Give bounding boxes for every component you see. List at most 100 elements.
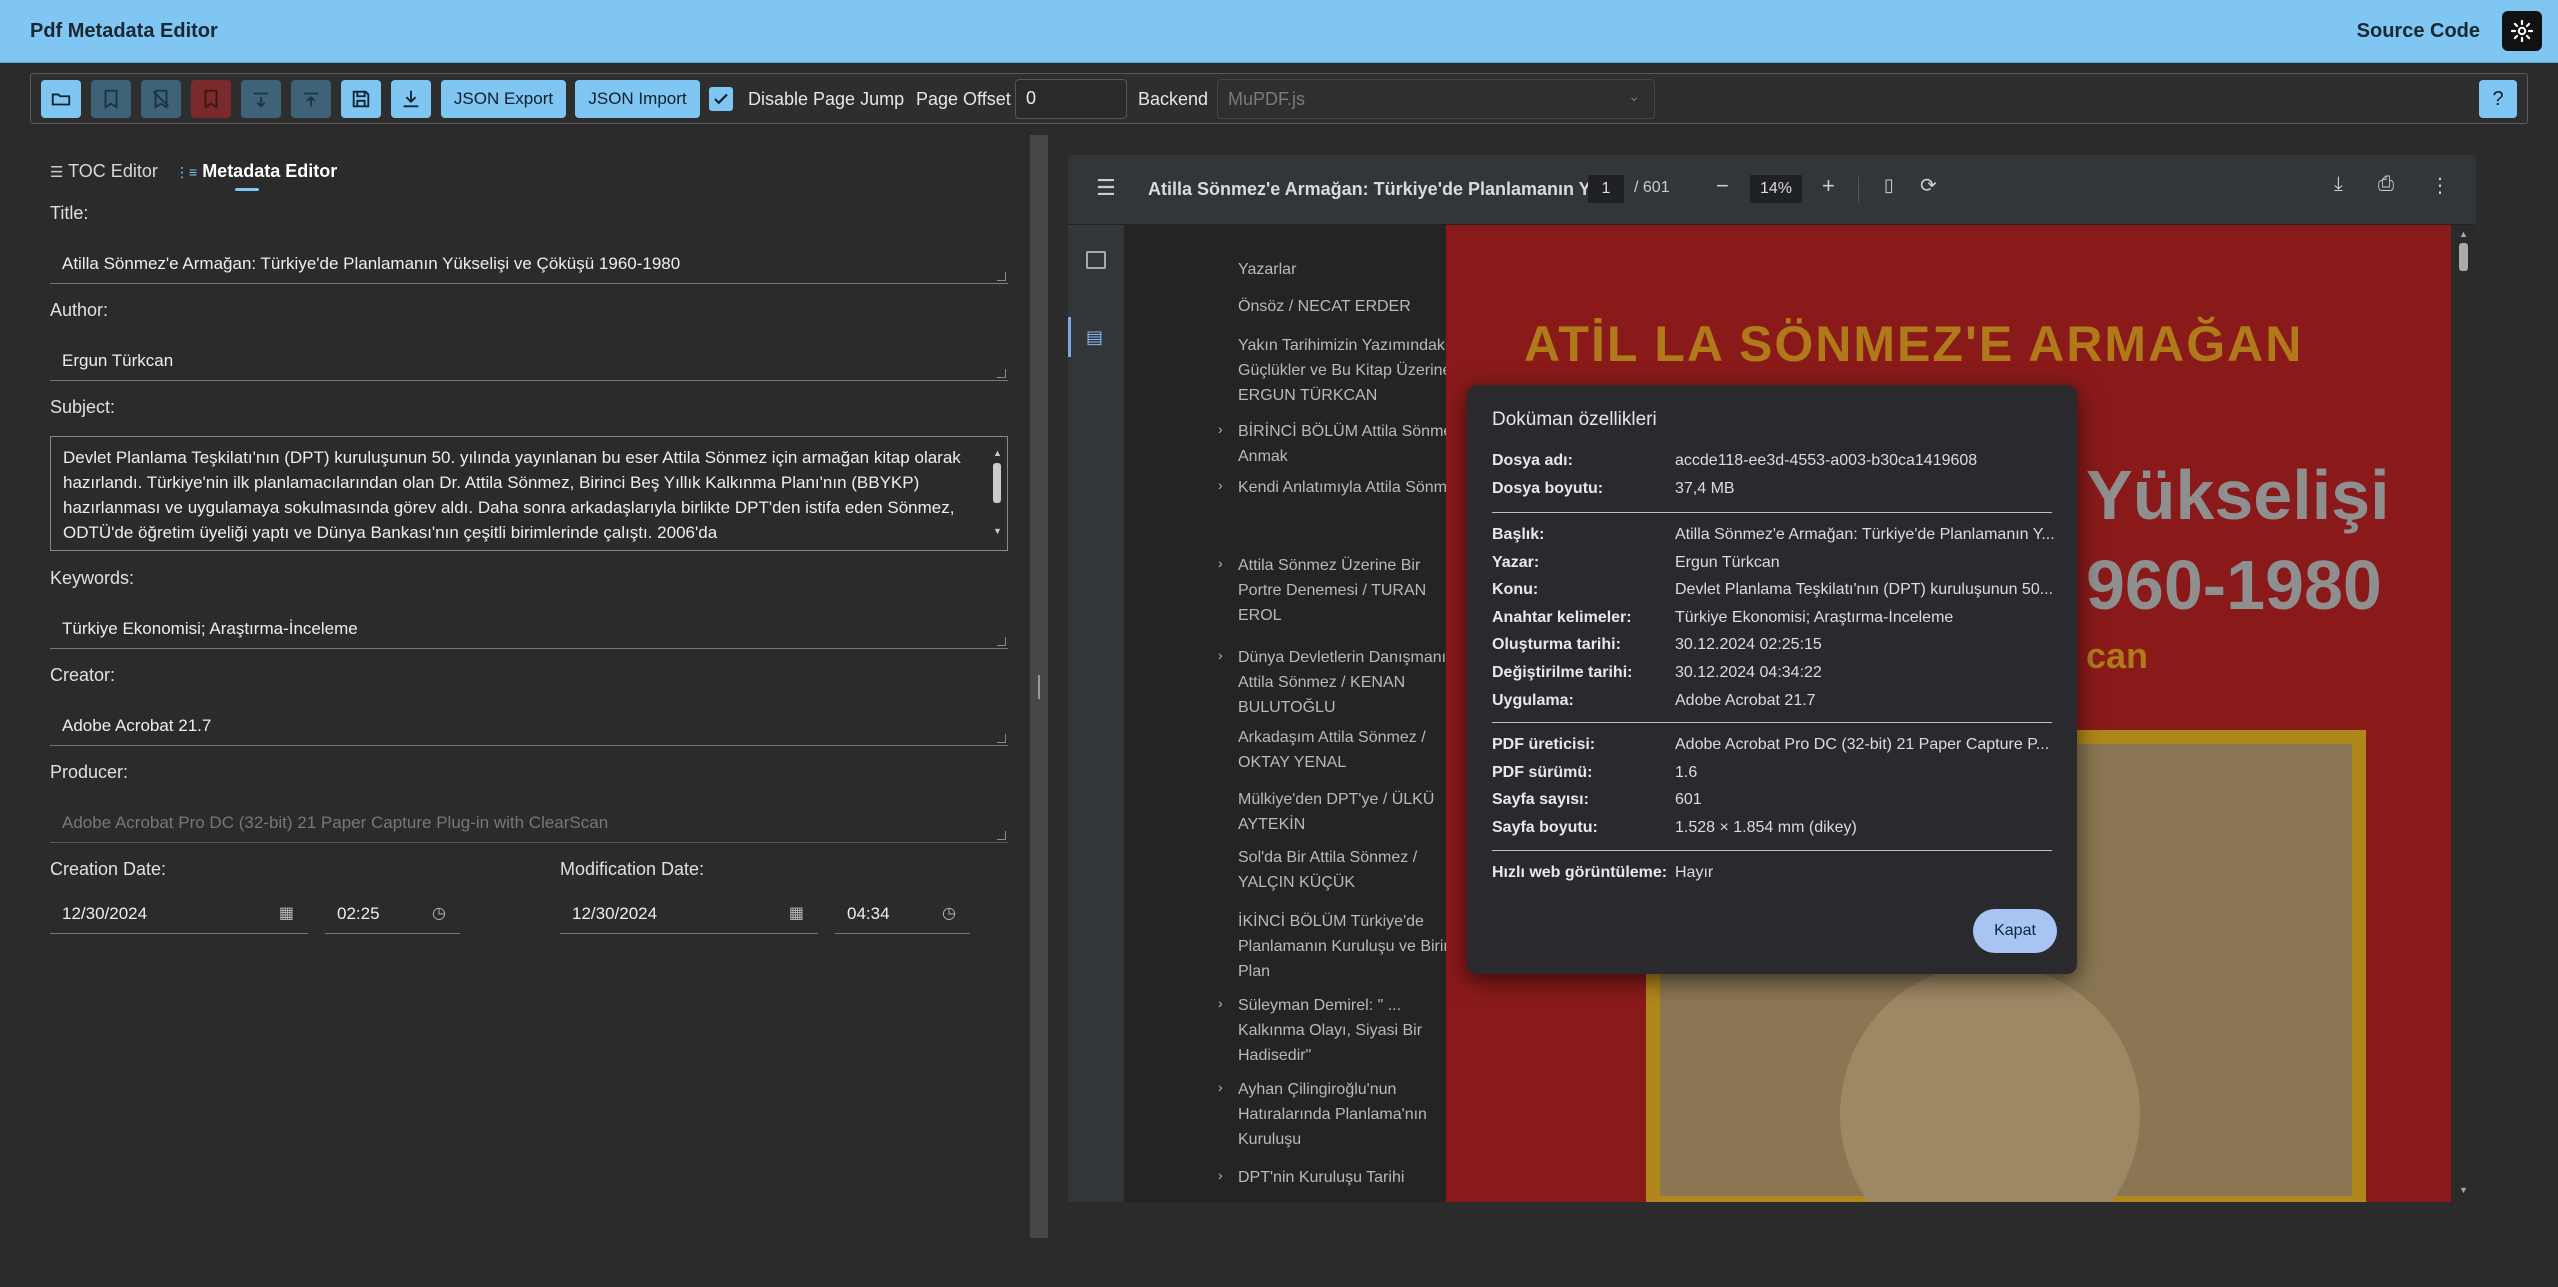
outline-item[interactable]: Dünya Devletlerin Danışmanı: Attila Sönm…	[1238, 645, 1468, 720]
chevron-right-icon[interactable]: ›	[1218, 1079, 1223, 1095]
outline-item[interactable]: Önsöz / NECAT ERDER	[1238, 294, 1468, 319]
json-import-button[interactable]: JSON Import	[575, 80, 700, 118]
outline-item[interactable]: İKİNCİ BÖLÜM Türkiye'de Planlamanın Kuru…	[1238, 909, 1468, 984]
expand-icon	[253, 92, 269, 108]
backend-select[interactable]: MuPDF.js ⌄	[1217, 79, 1655, 119]
property-key: Hızlı web görüntüleme:	[1492, 864, 1668, 881]
chevron-right-icon[interactable]: ›	[1218, 995, 1223, 1011]
author-field[interactable]: Ergun Türkcan	[50, 341, 1008, 381]
creation-date-label: Creation Date:	[50, 859, 167, 879]
bookmark-delete-button[interactable]	[191, 80, 231, 118]
bookmark-icon	[104, 89, 118, 109]
creator-field[interactable]: Adobe Acrobat 21.7	[50, 706, 1008, 746]
outline-icon[interactable]: ▤	[1086, 327, 1103, 348]
open-file-button[interactable]	[41, 80, 81, 118]
modification-time-input[interactable]: 04:34 ◷	[835, 894, 970, 934]
chevron-right-icon[interactable]: ›	[1218, 421, 1223, 437]
outline-item[interactable]: Kendi Anlatımıyla Attila Sönmez	[1238, 475, 1468, 500]
producer-label: Producer:	[50, 762, 129, 782]
app-bar: Pdf Metadata Editor Source Code	[0, 0, 2558, 63]
property-key: Dosya adı:	[1492, 452, 1573, 469]
json-export-button[interactable]: JSON Export	[441, 80, 566, 118]
page-offset-input[interactable]: 0	[1015, 79, 1127, 119]
thumbnails-icon[interactable]	[1086, 251, 1106, 269]
zoom-input[interactable]: 14%	[1750, 175, 1802, 203]
toolbar: JSON Export JSON Import Disable Page Jum…	[30, 73, 2528, 124]
more-vert-icon[interactable]: ⋮	[2430, 173, 2450, 198]
resize-handle[interactable]	[997, 272, 1006, 281]
resize-handle[interactable]	[997, 734, 1006, 743]
outline-item[interactable]: Süleyman Demirel: " ... Kalkınma Olayı, …	[1238, 993, 1468, 1068]
viewer-title: Atilla Sönmez'e Armağan: Türkiye'de Plan…	[1148, 179, 1604, 199]
panel-splitter[interactable]	[1030, 135, 1048, 1238]
close-button[interactable]: Kapat	[1973, 909, 2057, 953]
clock-icon[interactable]: ◷	[432, 903, 446, 923]
property-key: Başlık:	[1492, 526, 1545, 543]
rotate-icon[interactable]: ⟳	[1920, 173, 1937, 198]
expand-all-button[interactable]	[241, 80, 281, 118]
title-value: Atilla Sönmez'e Armağan: Türkiye'de Plan…	[62, 253, 681, 273]
tab-toc-editor[interactable]: ☰ TOC Editor	[50, 161, 158, 182]
bookmark-off-icon	[153, 89, 169, 109]
chevron-right-icon[interactable]: ›	[1218, 647, 1223, 663]
folder-open-icon	[51, 93, 71, 106]
disable-page-jump-label: Disable Page Jump	[748, 89, 905, 109]
print-icon[interactable]: ⎙	[2378, 173, 2394, 196]
help-button[interactable]: ?	[2479, 80, 2517, 118]
modification-date-input[interactable]: 12/30/2024 ▦	[560, 894, 818, 934]
outline-item[interactable]: Yazarlar	[1238, 257, 1468, 282]
property-key: Anahtar kelimeler:	[1492, 609, 1632, 626]
fit-page-icon[interactable]: ▯	[1884, 175, 1894, 196]
creation-date-input[interactable]: 12/30/2024 ▦	[50, 894, 308, 934]
download-icon[interactable]: ⤓	[2334, 173, 2343, 196]
chevron-right-icon[interactable]: ›	[1218, 1167, 1223, 1183]
save-button[interactable]	[341, 80, 381, 118]
collapse-all-button[interactable]	[291, 80, 331, 118]
outline-item[interactable]: Yakın Tarihimizin Yazımındaki Güçlükler …	[1238, 333, 1468, 408]
property-value: Ergun Türkcan	[1675, 554, 1780, 571]
calendar-icon[interactable]: ▦	[789, 903, 804, 923]
download-button[interactable]	[391, 80, 431, 118]
settings-button[interactable]	[2502, 11, 2542, 51]
chevron-right-icon[interactable]: ›	[1218, 477, 1223, 493]
tab-metadata-editor[interactable]: ⋮≡ Metadata Editor	[175, 161, 337, 182]
property-value: 1.528 × 1.854 mm (dikey)	[1675, 819, 1857, 836]
subject-textarea[interactable]: Devlet Planlama Teşkilatı'nın (DPT) kuru…	[50, 436, 1008, 551]
keywords-field[interactable]: Türkiye Ekonomisi; Araştırma-İnceleme	[50, 609, 1008, 649]
dialog-title: Doküman özellikleri	[1492, 409, 1657, 430]
bookmark-edit-button[interactable]	[91, 80, 131, 118]
outline-item[interactable]: Arkadaşım Attila Sönmez / OKTAY YENAL	[1238, 725, 1468, 775]
separator	[1492, 722, 2052, 723]
source-code-link[interactable]: Source Code	[2357, 20, 2480, 43]
subject-scrollbar[interactable]: ▲ ▼	[989, 439, 1005, 548]
page-number-input[interactable]: 1	[1588, 175, 1624, 203]
splitter-handle[interactable]	[1038, 675, 1040, 699]
pdf-scrollbar[interactable]: ▲ ▼	[2451, 225, 2476, 1202]
zoom-in-icon[interactable]: +	[1822, 173, 1835, 199]
outline-item[interactable]: DPT'nin Kuruluşu Tarihi	[1238, 1165, 1468, 1190]
outline-item[interactable]: Sol'da Bir Attila Sönmez / YALÇIN KÜÇÜK	[1238, 845, 1468, 895]
creation-time-input[interactable]: 02:25 ◷	[325, 894, 460, 934]
property-key: PDF üreticisi:	[1492, 736, 1596, 753]
modification-date-value: 12/30/2024	[572, 904, 658, 923]
property-value: Türkiye Ekonomisi; Araştırma-İnceleme	[1675, 609, 1954, 626]
outline-item[interactable]: Attila Sönmez Üzerine Bir Portre Denemes…	[1238, 553, 1468, 628]
calendar-icon[interactable]: ▦	[279, 903, 294, 923]
title-field[interactable]: Atilla Sönmez'e Armağan: Türkiye'de Plan…	[50, 244, 1008, 284]
outline-item[interactable]: BİRİNCİ BÖLÜM Attila Sönmez'i Anmak	[1238, 419, 1468, 469]
bookmark-delete-icon	[204, 89, 218, 109]
resize-handle[interactable]	[997, 369, 1006, 378]
disable-page-jump-checkbox[interactable]	[709, 87, 733, 111]
tab-metadata-label: Metadata Editor	[202, 161, 338, 181]
outline-item[interactable]: Mülkiye'den DPT'ye / ÜLKÜ AYTEKİN	[1238, 787, 1468, 837]
resize-handle[interactable]	[997, 637, 1006, 646]
zoom-out-icon[interactable]: −	[1716, 173, 1729, 199]
chevron-right-icon[interactable]: ›	[1218, 555, 1223, 571]
outline-item[interactable]: Ayhan Çilingiroğlu'nun Hatıralarında Pla…	[1238, 1077, 1468, 1152]
bookmark-remove-button[interactable]	[141, 80, 181, 118]
chevron-down-icon: ⌄	[1628, 88, 1640, 104]
property-value: Atilla Sönmez'e Armağan: Türkiye'de Plan…	[1675, 526, 2055, 543]
menu-icon[interactable]: ☰	[1096, 175, 1116, 201]
pdf-cover-author: can	[2086, 635, 2149, 676]
clock-icon[interactable]: ◷	[942, 903, 956, 923]
